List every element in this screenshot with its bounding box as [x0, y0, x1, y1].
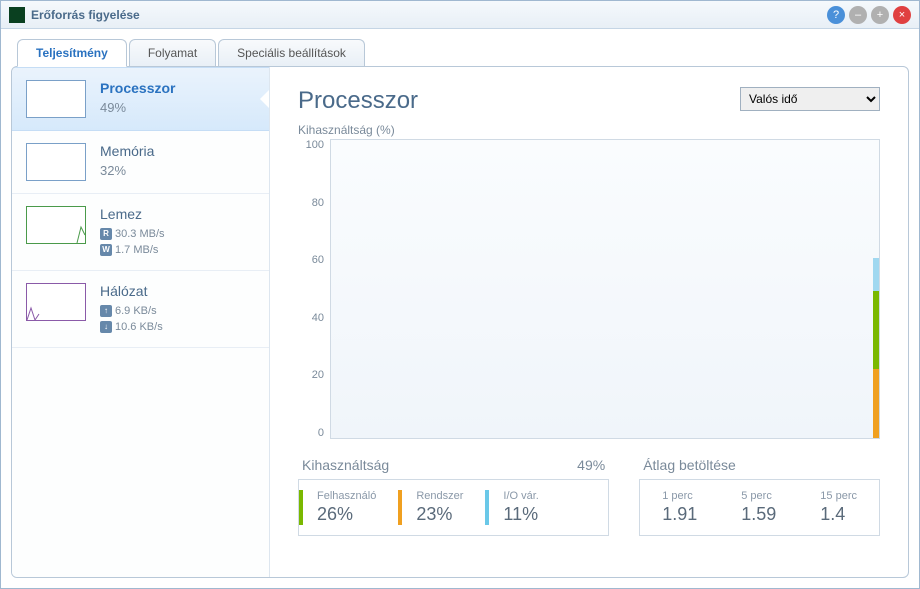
- utilization-block: Kihasználtság 49% Felhasználó 26% Rendsz…: [298, 457, 609, 536]
- util-title: Kihasználtság: [302, 457, 389, 473]
- app-icon: [9, 7, 25, 23]
- memory-title: Memória: [100, 143, 255, 159]
- tab-bar: Teljesítmény Folyamat Speciális beállítá…: [17, 39, 909, 67]
- window-controls: ? – + ×: [827, 6, 911, 24]
- chart-canvas: [330, 139, 880, 439]
- main-area: Processzor Valós idő Kihasználtság (%) 1…: [270, 67, 908, 577]
- read-badge-icon: R: [100, 228, 112, 240]
- main-header: Processzor Valós idő: [298, 87, 880, 115]
- stat-io: I/O vár. 11%: [485, 490, 552, 525]
- load-box: 1 perc 1.91 5 perc 1.59 15 perc 1.4: [639, 479, 880, 536]
- y-axis: 100 80 60 40 20 0: [298, 139, 330, 439]
- memory-thumbnail: [26, 143, 86, 181]
- net-down: 10.6 KB/s: [115, 321, 163, 333]
- sidebar-item-network[interactable]: Hálózat ↑6.9 KB/s ↓10.6 KB/s: [12, 271, 269, 348]
- titlebar: Erőforrás figyelése ? – + ×: [1, 1, 919, 29]
- upload-badge-icon: ↑: [100, 305, 112, 317]
- tab-performance[interactable]: Teljesítmény: [17, 39, 127, 67]
- minimize-icon[interactable]: –: [849, 6, 867, 24]
- sidebar-item-memory[interactable]: Memória 32%: [12, 131, 269, 194]
- stats-row: Kihasználtság 49% Felhasználó 26% Rendsz…: [298, 457, 880, 536]
- write-badge-icon: W: [100, 244, 112, 256]
- app-window: Erőforrás figyelése ? – + × Teljesítmény…: [0, 0, 920, 589]
- load-1m: 1 perc 1.91: [640, 490, 719, 525]
- tab-process[interactable]: Folyamat: [129, 39, 216, 67]
- load-15m: 15 perc 1.4: [798, 490, 879, 525]
- network-thumbnail: [26, 283, 86, 321]
- ytick: 40: [312, 312, 324, 324]
- ytick: 0: [318, 427, 324, 439]
- cpu-thumbnail: [26, 80, 86, 118]
- main-panel: Processzor 49% Memória 32%: [11, 66, 909, 578]
- bar-system: [873, 369, 879, 438]
- cpu-title: Processzor: [100, 80, 255, 96]
- chart-ylabel: Kihasználtság (%): [298, 123, 880, 137]
- cpu-value: 49%: [100, 100, 255, 115]
- stat-user: Felhasználó 26%: [299, 490, 390, 525]
- page-title: Processzor: [298, 87, 418, 115]
- time-range-select[interactable]: Valós idő: [740, 87, 880, 111]
- disk-write: 1.7 MB/s: [115, 244, 158, 256]
- sidebar: Processzor 49% Memória 32%: [12, 67, 270, 577]
- window-title: Erőforrás figyelése: [31, 8, 827, 22]
- sidebar-item-cpu[interactable]: Processzor 49%: [12, 67, 269, 131]
- load-5m: 5 perc 1.59: [719, 490, 798, 525]
- download-badge-icon: ↓: [100, 321, 112, 333]
- disk-thumbnail: [26, 206, 86, 244]
- close-icon[interactable]: ×: [893, 6, 911, 24]
- tab-advanced[interactable]: Speciális beállítások: [218, 39, 365, 67]
- stacked-latest-bar: [873, 258, 879, 438]
- memory-value: 32%: [100, 163, 255, 178]
- ytick: 80: [312, 197, 324, 209]
- disk-read: 30.3 MB/s: [115, 228, 165, 240]
- maximize-icon[interactable]: +: [871, 6, 889, 24]
- disk-title: Lemez: [100, 206, 255, 222]
- load-title: Átlag betöltése: [643, 457, 736, 473]
- net-up: 6.9 KB/s: [115, 305, 157, 317]
- network-title: Hálózat: [100, 283, 255, 299]
- ytick: 60: [312, 254, 324, 266]
- util-box: Felhasználó 26% Rendszer 23% I/O vár. 11…: [298, 479, 609, 536]
- utilization-chart: 100 80 60 40 20 0: [298, 139, 880, 439]
- ytick: 20: [312, 369, 324, 381]
- ytick: 100: [306, 139, 324, 151]
- content-area: Teljesítmény Folyamat Speciális beállítá…: [1, 29, 919, 588]
- stat-system: Rendszer 23%: [398, 490, 477, 525]
- bar-user: [873, 291, 879, 369]
- sidebar-item-disk[interactable]: Lemez R30.3 MB/s W1.7 MB/s: [12, 194, 269, 271]
- util-total: 49%: [577, 457, 605, 473]
- help-icon[interactable]: ?: [827, 6, 845, 24]
- bar-io: [873, 258, 879, 291]
- load-block: Átlag betöltése 1 perc 1.91 5 perc 1.59: [639, 457, 880, 536]
